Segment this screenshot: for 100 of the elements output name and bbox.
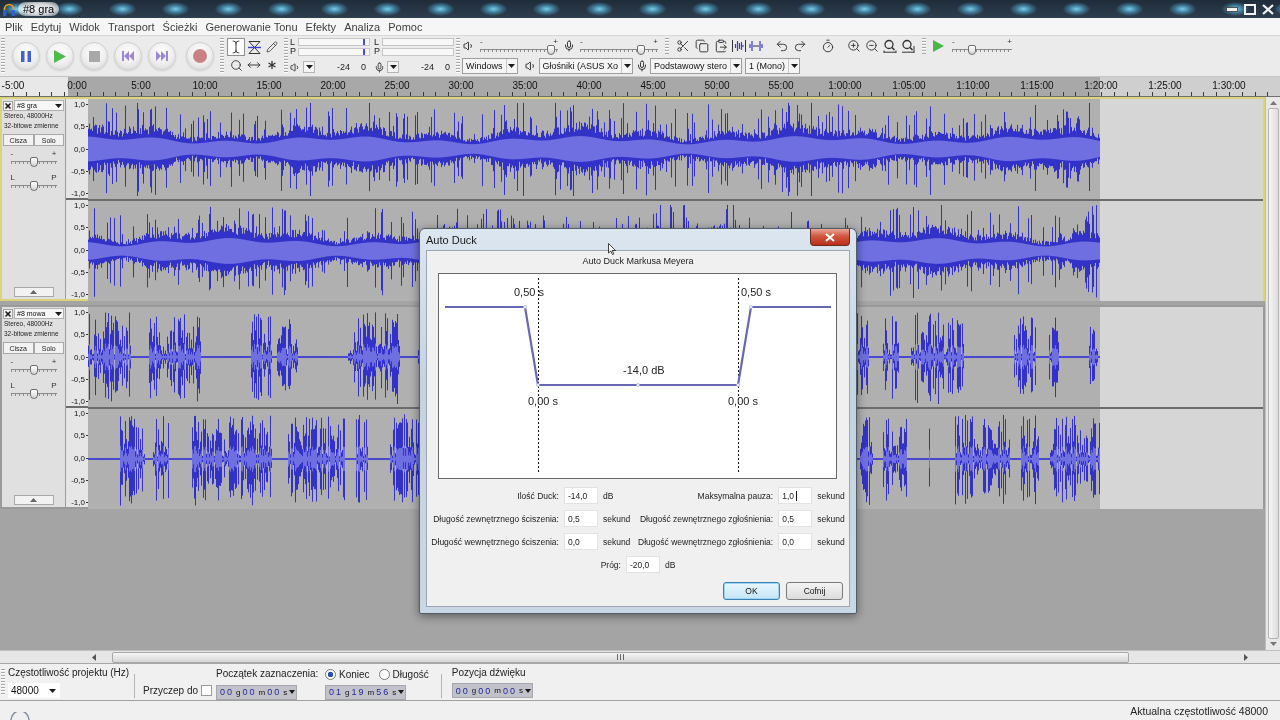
slider-thumb[interactable]	[29, 181, 38, 191]
slider-thumb[interactable]	[637, 44, 646, 55]
amplitude-label: -1,0	[71, 397, 85, 406]
number-field[interactable]: 0,5	[778, 510, 813, 527]
number-field[interactable]: -14,0	[563, 487, 598, 504]
field-label: Ilość Duck:	[517, 490, 559, 501]
number-field[interactable]: 0,0	[563, 533, 598, 550]
copy-icon[interactable]	[695, 39, 709, 53]
collapse-button[interactable]	[13, 287, 54, 297]
menu-item[interactable]: Widok	[65, 20, 104, 33]
collapse-button[interactable]	[13, 495, 54, 505]
maximize-icon[interactable]	[1244, 3, 1256, 15]
menu-item[interactable]: Generowanie Tonu	[201, 20, 302, 33]
scroll-up-arrow-icon[interactable]	[1269, 101, 1277, 105]
scroll-right-arrow-icon[interactable]	[1244, 653, 1248, 661]
scroll-down-arrow-icon[interactable]	[1269, 642, 1277, 646]
scrollbar-thumb[interactable]	[1267, 108, 1279, 639]
menu-item[interactable]: Transport	[103, 20, 159, 33]
unit-label: dB	[602, 490, 614, 501]
menu-item[interactable]: Pomoc	[384, 20, 427, 33]
meter-menu-button[interactable]	[303, 61, 315, 73]
toolbar-grip[interactable]	[220, 38, 224, 74]
device-dropdown[interactable]: Podstawowy stero	[650, 58, 743, 74]
skip-to-end-button[interactable]	[148, 42, 176, 70]
close-icon[interactable]	[3, 100, 13, 111]
toolbar-grip[interactable]	[922, 38, 926, 54]
scrollbar-thumb[interactable]	[112, 651, 1129, 663]
number-field[interactable]: 1,0	[778, 487, 813, 504]
tool-button[interactable]	[227, 38, 245, 56]
amplitude-label: 0,0	[73, 245, 85, 255]
toolbar-grip[interactable]	[456, 38, 460, 74]
close-icon	[825, 232, 835, 242]
unit-label: dB	[664, 559, 676, 570]
bracketed-waveform-icon[interactable]	[732, 39, 746, 53]
paste-icon[interactable]	[714, 39, 728, 53]
slider-min-label: -	[580, 37, 583, 45]
slider-min-label: L	[10, 174, 15, 181]
menu-item[interactable]: Edytuj	[26, 20, 66, 33]
undo-icon[interactable]	[775, 39, 789, 53]
microphone-icon	[636, 60, 649, 72]
pencil-icon	[266, 41, 278, 53]
snap-to-label: Przyczep do	[143, 685, 199, 697]
minimize-icon[interactable]	[1226, 6, 1238, 12]
cancel-button[interactable]: Cofnij	[786, 582, 843, 600]
device-dropdown[interactable]: Głośniki (ASUS Xo	[538, 58, 634, 74]
slider-thumb[interactable]	[967, 44, 976, 55]
menu-item[interactable]: Efekty	[301, 20, 341, 33]
caret-icon	[389, 65, 397, 69]
skip-to-start-button[interactable]	[114, 42, 142, 70]
zoom-fit-icon[interactable]	[901, 39, 915, 53]
menu-item[interactable]: Analiza	[340, 20, 385, 33]
speaker-icon	[524, 60, 537, 72]
slider-thumb[interactable]	[29, 157, 38, 167]
menu-item[interactable]: Ścieżki	[158, 20, 202, 33]
device-dropdown[interactable]: Windows	[462, 58, 518, 74]
meter-channel-label: L	[374, 38, 380, 47]
close-button[interactable]	[810, 229, 850, 246]
redo-icon[interactable]	[793, 39, 807, 53]
scroll-left-arrow-icon[interactable]	[92, 653, 96, 661]
number-field[interactable]: -20,0	[625, 556, 660, 573]
time-field[interactable]: 00 g 00 m 00 s	[216, 684, 298, 700]
toolbar-grip[interactable]	[1, 38, 5, 74]
number-field[interactable]: 0,5	[563, 510, 598, 527]
pause-button[interactable]	[12, 42, 40, 70]
headphones-icon	[3, 2, 15, 16]
slider-thumb[interactable]	[29, 389, 38, 399]
number-field[interactable]: 0,0	[778, 533, 813, 550]
time-field[interactable]: 01 g 19 m 56 s	[325, 684, 407, 700]
radio-label[interactable]: Koniec	[339, 668, 370, 680]
microphone-icon	[374, 61, 385, 73]
amplitude-label: -1,0	[71, 498, 85, 507]
stopwatch-icon[interactable]	[821, 39, 835, 53]
menu-item[interactable]: Plik	[1, 20, 27, 33]
toolbar-grip[interactable]	[284, 38, 288, 74]
field-label: Długość zewnętrznego zgłośnienia:	[639, 513, 774, 524]
tool-button[interactable]	[245, 38, 263, 56]
toolbar-grip[interactable]	[665, 38, 669, 54]
slider-max-label: +	[51, 358, 57, 365]
zoom-out-icon[interactable]	[865, 39, 879, 53]
meter-menu-button[interactable]	[387, 61, 399, 73]
level-meter-bar	[382, 48, 454, 56]
zoom-in-icon[interactable]	[847, 39, 861, 53]
project-rate-label: Częstotliwość projektu (Hz)	[8, 667, 130, 679]
zoom-fit-icon[interactable]	[883, 39, 897, 53]
toolbar-grip[interactable]	[1, 669, 5, 696]
ok-button[interactable]: OK	[723, 582, 780, 600]
slider-thumb[interactable]	[547, 44, 556, 55]
close-icon[interactable]	[3, 308, 13, 319]
tool-button[interactable]	[263, 38, 281, 56]
slider-thumb[interactable]	[29, 365, 38, 375]
project-rate-dropdown[interactable]: 48000	[8, 683, 60, 698]
radio-button[interactable]	[325, 668, 337, 680]
radio-label[interactable]: Długość	[392, 668, 429, 680]
snap-checkbox[interactable]	[201, 685, 213, 696]
radio-button[interactable]	[378, 668, 390, 680]
device-dropdown[interactable]: 1 (Mono)	[745, 58, 801, 74]
scissors-icon[interactable]	[676, 39, 690, 53]
time-field[interactable]: 00 g 00 m 00 s	[451, 683, 533, 698]
ruler-label: 1:15:00	[1020, 80, 1054, 92]
record-button[interactable]	[186, 42, 214, 70]
